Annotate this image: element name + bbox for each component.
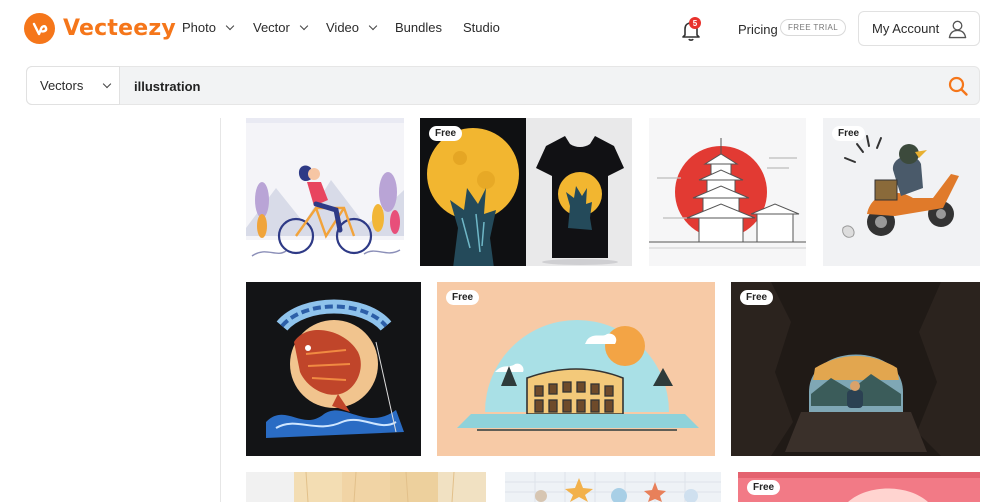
result-tile-japan-pagoda-sun[interactable] (649, 118, 806, 266)
search-category-select[interactable]: Vectors (26, 66, 120, 105)
nav-photo-label: Photo (182, 20, 216, 35)
user-avatar-icon (948, 20, 967, 39)
nav-bundles[interactable]: Bundles (395, 20, 442, 35)
nav-photo[interactable]: Photo (182, 20, 235, 35)
result-tile-fishing-bass[interactable] (246, 282, 421, 456)
tile-image-japan-pagoda-sun (649, 118, 806, 266)
tile-image-starfish-shells (505, 472, 721, 502)
nav-video-label: Video (326, 20, 360, 35)
tile-image-fishing-bass (246, 282, 421, 456)
free-badge: Free (740, 290, 774, 305)
brand-logo[interactable]: Vecteezy (24, 13, 176, 44)
tile-image-wood-textures (246, 472, 486, 502)
tile-image-cave-view (731, 282, 980, 456)
result-tile-cave-view[interactable]: Free (731, 282, 980, 456)
nav-bundles-label: Bundles (395, 20, 442, 35)
free-badge: Free (832, 126, 866, 141)
free-badge: Free (747, 480, 781, 495)
free-badge: Free (446, 290, 480, 305)
result-tile-wolf-moon-tshirt[interactable]: Free (420, 118, 632, 266)
search-category-value: Vectors (40, 78, 84, 93)
tile-image-woman-bicycle (246, 118, 404, 266)
chevron-down-icon (299, 21, 309, 31)
search-icon[interactable] (946, 74, 970, 98)
my-account-label: My Account (872, 21, 940, 36)
chevron-down-icon (368, 21, 378, 31)
notification-count-badge: 5 (689, 17, 701, 29)
free-trial-badge[interactable]: FREE TRIAL (780, 19, 847, 36)
nav-vector[interactable]: Vector (253, 20, 309, 35)
nav-vector-label: Vector (253, 20, 290, 35)
result-tile-woman-bicycle[interactable] (246, 118, 404, 266)
free-badge: Free (429, 126, 463, 141)
result-tile-pink-landscape[interactable]: Free (738, 472, 980, 502)
tile-image-colosseum (437, 282, 715, 456)
nav-studio-label: Studio (463, 20, 500, 35)
chevron-down-icon (102, 79, 112, 89)
nav-video[interactable]: Video (326, 20, 378, 35)
brand-name: Vecteezy (63, 16, 176, 41)
nav-studio[interactable]: Studio (463, 20, 500, 35)
result-tile-wood-textures[interactable] (246, 472, 486, 502)
pricing-link[interactable]: Pricing (738, 22, 778, 37)
sidebar-divider (220, 118, 221, 502)
chevron-down-icon (225, 21, 235, 31)
logo-mark-icon (24, 13, 55, 44)
search-input[interactable] (134, 77, 834, 95)
result-tile-starfish-shells[interactable] (505, 472, 721, 502)
result-tile-colosseum[interactable]: Free (437, 282, 715, 456)
result-tile-bird-scooter[interactable]: Free (823, 118, 980, 266)
my-account-button[interactable]: My Account (858, 11, 980, 46)
